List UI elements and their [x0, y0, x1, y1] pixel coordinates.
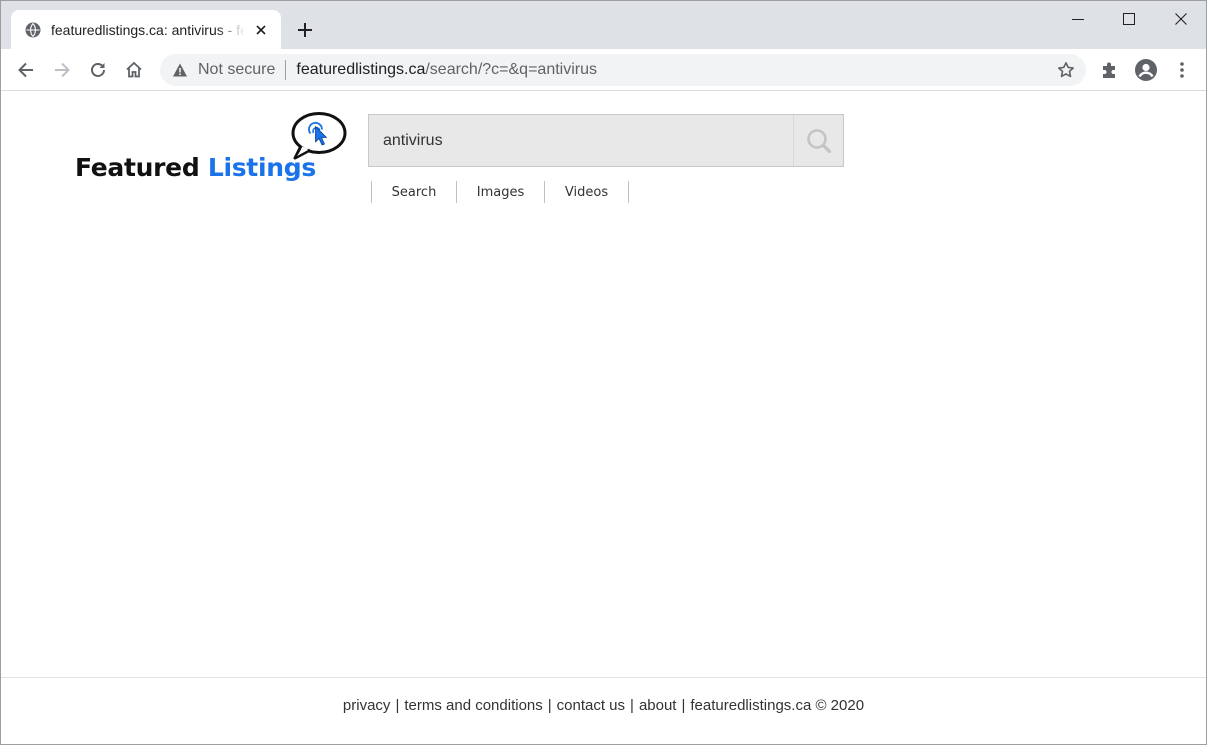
arrow-left-icon [18, 62, 33, 78]
logo-word-featured: Featured [75, 153, 200, 182]
logo-word-listings: Listings [207, 153, 316, 182]
browser-tab[interactable]: featuredlistings.ca: antivirus - feature… [11, 10, 281, 50]
omnibox-divider [285, 60, 287, 80]
back-button[interactable] [12, 56, 40, 84]
bookmark-star-icon[interactable] [1056, 60, 1076, 80]
footer-privacy-link[interactable]: privacy [343, 697, 391, 714]
page-footer: privacy | terms and conditions | contact us |… [1, 677, 1206, 744]
browser-window: featuredlistings.ca: antivirus - feature… [0, 0, 1207, 745]
search-type-tabs: Search Images Videos [371, 181, 629, 203]
tab-videos[interactable]: Videos [544, 181, 629, 203]
reload-button[interactable] [84, 56, 112, 84]
search-icon [806, 128, 831, 153]
extensions-button[interactable] [1096, 56, 1124, 84]
search-input[interactable] [369, 115, 793, 166]
new-tab-button[interactable] [293, 18, 317, 42]
site-logo[interactable]: Featured Listings [73, 111, 353, 186]
address-bar[interactable]: Not secure featuredlistings.ca/search/?c… [160, 54, 1086, 86]
web-page: Featured Listings Search Images Videos p… [1, 91, 1206, 744]
arrow-right-icon [55, 62, 70, 78]
browser-toolbar: Not secure featuredlistings.ca/search/?c… [1, 49, 1206, 91]
security-label[interactable]: Not secure [198, 61, 275, 79]
account-circle-icon [1135, 59, 1157, 81]
home-icon [126, 61, 142, 78]
footer-about-link[interactable]: about [639, 697, 677, 714]
footer-separator: | [630, 697, 634, 714]
tab-strip: featuredlistings.ca: antivirus - feature… [1, 1, 1206, 50]
footer-links: privacy | terms and conditions | contact us |… [1, 697, 1206, 714]
footer-separator: | [681, 697, 686, 714]
more-vertical-icon [1180, 62, 1184, 78]
search-form [368, 114, 844, 167]
tab-images[interactable]: Images [456, 181, 544, 203]
footer-copyright: featuredlistings.ca © 2020 [690, 697, 865, 714]
menu-button[interactable] [1168, 56, 1196, 84]
warning-icon[interactable] [172, 62, 188, 78]
reload-icon [91, 63, 105, 77]
home-button[interactable] [120, 56, 148, 84]
globe-icon [25, 22, 41, 38]
footer-separator: | [547, 697, 552, 714]
maximize-button[interactable] [1106, 6, 1152, 32]
profile-button[interactable] [1132, 56, 1160, 84]
logo-text: Featured Listings [75, 153, 316, 182]
forward-button[interactable] [48, 56, 76, 84]
footer-separator: | [395, 697, 400, 714]
puzzle-icon [1103, 62, 1115, 78]
footer-contact-link[interactable]: contact us [557, 697, 625, 714]
url-path: /search/?c=&q=antivirus [425, 61, 597, 78]
close-window-button[interactable] [1158, 6, 1204, 32]
search-button[interactable] [793, 115, 843, 166]
tab-search[interactable]: Search [371, 181, 456, 203]
url-host: featuredlistings.ca [296, 61, 426, 78]
minimize-button[interactable] [1055, 6, 1101, 32]
close-tab-icon[interactable] [251, 20, 271, 40]
footer-terms-link[interactable]: terms and conditions [404, 697, 542, 714]
tab-title: featuredlistings.ca: antivirus - feature… [51, 22, 245, 38]
